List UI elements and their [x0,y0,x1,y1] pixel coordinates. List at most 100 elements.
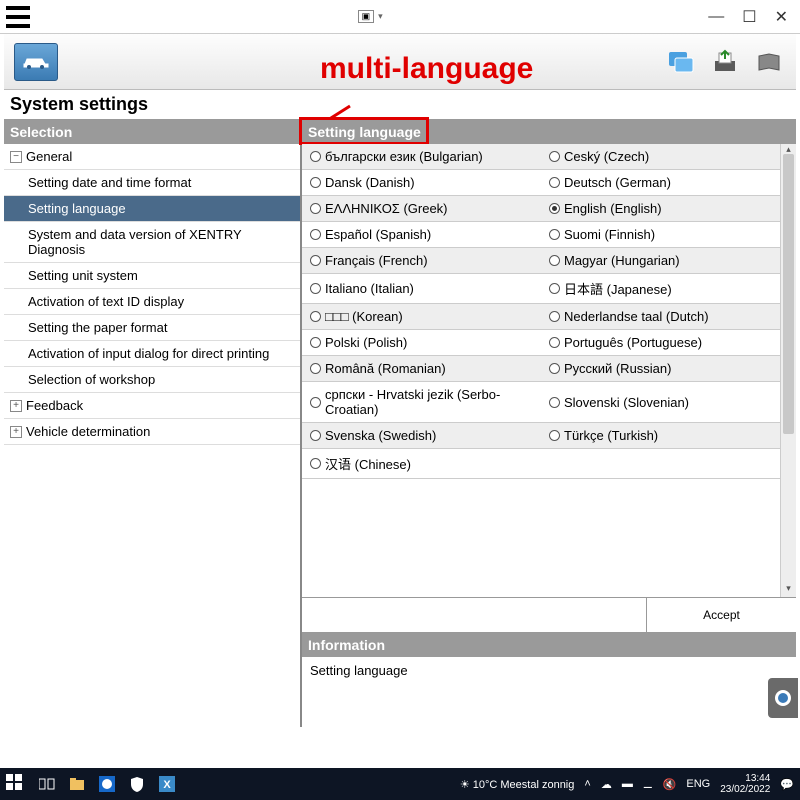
language-grid: български език (Bulgarian)Ceský (Czech)D… [302,144,796,597]
language-option[interactable]: 日本語 (Japanese) [541,274,780,303]
radio-icon[interactable] [310,151,321,162]
xentry-app-icon[interactable]: X [158,775,176,793]
sidebar-item[interactable]: System and data version of XENTRY Diagno… [4,222,300,263]
language-row: Français (French) Magyar (Hungarian) [302,248,780,274]
sidebar-item[interactable]: Activation of text ID display [4,289,300,315]
sidebar-item-label: Selection of workshop [28,372,155,387]
sidebar-item[interactable]: Activation of input dialog for direct pr… [4,341,300,367]
language-option[interactable]: Magyar (Hungarian) [541,248,780,273]
radio-icon[interactable] [310,363,321,374]
language-option[interactable]: Русский (Russian) [541,356,780,381]
radio-icon[interactable] [549,203,560,214]
radio-icon[interactable] [310,283,321,294]
language-row: 汉语 (Chinese) [302,449,780,479]
radio-icon[interactable] [310,430,321,441]
language-row: Română (Romanian)Русский (Russian) [302,356,780,382]
radio-icon[interactable] [310,177,321,188]
print-icon[interactable] [708,45,742,79]
tray-cloud-icon[interactable]: ☁ [601,778,612,791]
language-option[interactable]: Ceský (Czech) [541,144,780,169]
accept-button[interactable]: Accept [646,598,796,632]
radio-icon[interactable] [310,311,321,322]
hamburger-menu-icon[interactable] [4,3,32,31]
language-label: ΕΛΛΗΝΙΚΟΣ (Greek) [325,201,448,216]
tray-battery-icon[interactable]: ▬ [622,778,633,790]
tray-notifications-icon[interactable]: 💬 [780,778,794,791]
weather-widget[interactable]: ☀ 10°C Meestal zonnig [460,778,575,791]
language-option[interactable]: Suomi (Finnish) [541,222,780,247]
taskview-icon[interactable] [38,775,56,793]
radio-icon[interactable] [549,363,560,374]
radio-icon[interactable] [310,229,321,240]
radio-icon[interactable] [549,337,560,348]
security-icon[interactable] [128,775,146,793]
language-option[interactable]: Türkçe (Turkish) [541,423,780,448]
vertical-scrollbar[interactable]: ▴ ▾ [780,144,796,597]
language-option[interactable]: 汉语 (Chinese) [302,449,541,478]
language-option[interactable]: Nederlandse taal (Dutch) [541,304,780,329]
sidebar-item[interactable]: Setting the paper format [4,315,300,341]
radio-icon[interactable] [549,283,560,294]
language-option[interactable]: Français (French) [302,248,541,273]
language-option[interactable]: Slovenski (Slovenian) [541,382,780,422]
collapse-icon[interactable]: − [10,151,22,163]
tray-volume-icon[interactable]: 🔇 [663,778,677,791]
radio-icon[interactable] [310,397,321,408]
title-dropdown-icon[interactable]: ▾ [378,11,383,22]
language-option[interactable]: Română (Romanian) [302,356,541,381]
language-option[interactable]: Deutsch (German) [541,170,780,195]
sidebar-item[interactable]: Setting date and time format [4,170,300,196]
minimize-button[interactable]: — [708,8,724,26]
app-toolbar [4,34,796,90]
radio-icon[interactable] [310,203,321,214]
language-option[interactable]: □□□ (Korean) [302,304,541,329]
radio-icon[interactable] [549,151,560,162]
radio-icon[interactable] [549,311,560,322]
radio-icon[interactable] [549,255,560,266]
language-row: Italiano (Italian)日本語 (Japanese) [302,274,780,304]
explorer-icon[interactable] [68,775,86,793]
radio-icon[interactable] [310,255,321,266]
sidebar-item[interactable]: Setting unit system [4,263,300,289]
close-button[interactable]: ✕ [775,7,788,27]
start-button[interactable] [6,774,26,794]
expand-icon[interactable]: + [10,400,22,412]
teamviewer-taskbar-icon[interactable] [98,775,116,793]
language-option[interactable]: Português (Portuguese) [541,330,780,355]
book-icon[interactable] [752,45,786,79]
tray-chevron-icon[interactable]: ˄ [584,778,590,790]
scroll-down-icon[interactable]: ▾ [781,583,796,597]
maximize-button[interactable]: ☐ [742,7,756,27]
teamviewer-icon [774,689,792,707]
side-floater[interactable] [768,678,798,718]
language-option[interactable]: Polski (Polish) [302,330,541,355]
language-option[interactable]: Español (Spanish) [302,222,541,247]
sidebar-item[interactable]: Setting language [4,196,300,222]
language-option[interactable]: Svenska (Swedish) [302,423,541,448]
radio-icon[interactable] [549,177,560,188]
language-label: Deutsch (German) [564,175,671,190]
radio-icon[interactable] [549,229,560,240]
radio-icon[interactable] [549,430,560,441]
language-option[interactable]: српски - Hrvatski jezik (Serbo-Croatian) [302,382,541,422]
scrollbar-thumb[interactable] [783,154,794,434]
language-option[interactable]: English (English) [541,196,780,221]
tray-datetime[interactable]: 13:44 23/02/2022 [720,773,770,795]
expand-icon[interactable]: + [10,426,22,438]
sidebar-item[interactable]: Selection of workshop [4,367,300,393]
tree-group-general[interactable]: − General [4,144,300,170]
vehicle-button[interactable] [14,43,58,81]
tree-group-feedback[interactable]: + Feedback [4,393,300,419]
language-option[interactable]: Italiano (Italian) [302,274,541,303]
radio-icon[interactable] [549,397,560,408]
radio-icon[interactable] [310,337,321,348]
chat-icon[interactable] [664,45,698,79]
language-option[interactable]: Dansk (Danish) [302,170,541,195]
language-option[interactable]: ΕΛΛΗΝΙΚΟΣ (Greek) [302,196,541,221]
tray-language[interactable]: ENG [686,778,710,790]
radio-icon[interactable] [310,458,321,469]
tree-group-vehicle[interactable]: + Vehicle determination [4,419,300,445]
language-option[interactable]: български език (Bulgarian) [302,144,541,169]
language-label: Magyar (Hungarian) [564,253,680,268]
tray-wifi-icon[interactable]: ⚊ [643,778,653,791]
